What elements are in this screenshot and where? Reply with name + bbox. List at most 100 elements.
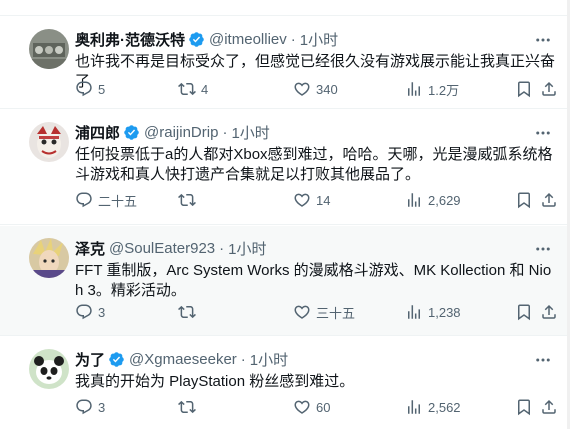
retweet-icon <box>178 305 196 319</box>
views-button[interactable]: 2,629 <box>405 190 461 210</box>
reply-button[interactable]: 3 <box>75 397 105 417</box>
views-count: 1.2万 <box>428 82 460 98</box>
retweet-count: 4 <box>201 81 209 97</box>
bookmark-icon <box>518 304 530 321</box>
reply-button[interactable]: 3 <box>75 302 105 322</box>
separator-dot: · <box>240 350 246 368</box>
more-options-icon[interactable] <box>534 351 552 369</box>
avatar[interactable] <box>29 238 69 278</box>
like-button[interactable]: 340 <box>293 79 338 99</box>
avatar[interactable] <box>29 349 69 389</box>
action-bar: 5 4 340 1.2万 <box>75 79 565 99</box>
bookmark-button[interactable] <box>515 302 533 322</box>
display-name[interactable]: 为了 <box>75 349 105 370</box>
heart-icon <box>294 193 310 207</box>
views-button[interactable]: 1.2万 <box>405 79 459 99</box>
share-button[interactable] <box>540 302 558 322</box>
share-button[interactable] <box>540 397 558 417</box>
timestamp[interactable]: 1小时 <box>231 122 269 143</box>
share-icon <box>542 192 556 207</box>
like-count: 340 <box>316 81 338 97</box>
share-button[interactable] <box>540 79 558 99</box>
bookmark-icon <box>518 399 530 416</box>
heart-icon <box>294 305 310 319</box>
handle[interactable]: @Xgmaeseeker <box>129 351 237 368</box>
tweet-text: 任何投票低于a的人都对Xbox感到难过，哈哈。天哪，光是漫威弧系统格斗游戏和真人… <box>75 146 553 183</box>
handle[interactable]: @raijinDrip <box>144 124 218 141</box>
tweet[interactable]: 为了 @Xgmaeseeker · 1小时 我真的开始为 PlayStation… <box>0 337 570 429</box>
retweet-icon <box>178 193 196 207</box>
more-options-icon[interactable] <box>534 240 552 258</box>
tweet-header: 泽克 @SoulEater923 · 1小时 <box>75 238 267 258</box>
views-button[interactable]: 1,238 <box>405 302 461 322</box>
views-count: 1,238 <box>428 304 461 320</box>
reply-count: 5 <box>98 81 106 97</box>
views-icon <box>408 193 420 207</box>
tweet-header: 浦四郎 @raijinDrip · 1小时 <box>75 122 270 142</box>
like-count: 60 <box>316 399 331 415</box>
timestamp[interactable]: 1小时 <box>250 349 288 370</box>
share-icon <box>542 399 556 414</box>
verified-badge-icon <box>109 351 124 367</box>
tweet-text: FFT 重制版，Arc System Works 的漫威格斗游戏、MK Koll… <box>75 262 552 299</box>
retweet-button[interactable]: 4 <box>178 79 208 99</box>
display-name[interactable]: 奥利弗·范德沃特 <box>75 29 185 50</box>
views-icon <box>408 400 420 414</box>
retweet-icon <box>178 400 196 414</box>
share-icon <box>542 304 556 319</box>
tweet[interactable]: 泽克 @SoulEater923 · 1小时 FFT 重制版，Arc Syste… <box>0 226 570 336</box>
share-button[interactable] <box>540 190 558 210</box>
like-button[interactable]: 60 <box>293 397 330 417</box>
views-button[interactable]: 2,562 <box>405 397 461 417</box>
retweet-button[interactable] <box>178 302 201 322</box>
more-options-icon[interactable] <box>534 124 552 142</box>
verified-badge-icon <box>124 124 139 140</box>
views-icon <box>408 305 420 319</box>
views-icon <box>408 82 420 96</box>
separator-dot: · <box>219 239 225 257</box>
display-name[interactable]: 泽克 <box>75 238 105 259</box>
retweet-button[interactable] <box>178 190 201 210</box>
bookmark-button[interactable] <box>515 190 533 210</box>
views-count: 2,629 <box>428 192 461 208</box>
like-button[interactable]: 14 <box>293 190 330 210</box>
tweet-text: 我真的开始为 PlayStation 粉丝感到难过。 <box>75 373 355 390</box>
more-options-icon[interactable] <box>534 31 552 49</box>
separator-dot: · <box>222 123 228 141</box>
heart-icon <box>294 400 310 414</box>
tweet-header: 为了 @Xgmaeseeker · 1小时 <box>75 349 288 369</box>
tweet-header: 奥利弗·范德沃特 @itmeolliev · 1小时 <box>75 29 338 49</box>
reply-count: 二十五 <box>98 193 138 209</box>
handle[interactable]: @itmeolliev <box>209 31 287 48</box>
display-name[interactable]: 浦四郎 <box>75 122 120 143</box>
tweet-feed: 奥利弗·范德沃特 @itmeolliev · 1小时 也许我不再是目标受众了，但… <box>0 0 570 429</box>
reply-count: 3 <box>98 399 106 415</box>
action-bar: 3 60 2,562 <box>75 397 565 417</box>
retweet-button[interactable] <box>178 397 201 417</box>
like-button[interactable]: 三十五 <box>293 302 355 322</box>
tweet[interactable]: 奥利弗·范德沃特 @itmeolliev · 1小时 也许我不再是目标受众了，但… <box>0 17 570 109</box>
action-bar: 3 三十五 1,238 <box>75 302 565 322</box>
heart-icon <box>294 82 310 96</box>
avatar[interactable] <box>29 122 69 162</box>
like-count: 14 <box>316 192 331 208</box>
reply-icon <box>76 192 92 208</box>
bookmark-button[interactable] <box>515 397 533 417</box>
timestamp[interactable]: 1小时 <box>228 238 266 259</box>
avatar[interactable] <box>29 29 69 69</box>
divider <box>0 0 570 16</box>
reply-button[interactable]: 二十五 <box>75 190 137 210</box>
bookmark-icon <box>518 192 530 209</box>
action-bar: 二十五 14 2,629 <box>75 190 565 210</box>
timestamp[interactable]: 1小时 <box>300 29 338 50</box>
retweet-icon <box>178 82 196 96</box>
bookmark-button[interactable] <box>515 79 533 99</box>
separator-dot: · <box>290 30 296 48</box>
tweet[interactable]: 浦四郎 @raijinDrip · 1小时 任何投票低于a的人都对Xbox感到难… <box>0 110 570 225</box>
share-icon <box>542 81 556 96</box>
bookmark-icon <box>518 81 530 98</box>
like-count: 三十五 <box>316 305 356 321</box>
reply-button[interactable]: 5 <box>75 79 105 99</box>
reply-icon <box>76 399 92 415</box>
handle[interactable]: @SoulEater923 <box>109 240 215 257</box>
